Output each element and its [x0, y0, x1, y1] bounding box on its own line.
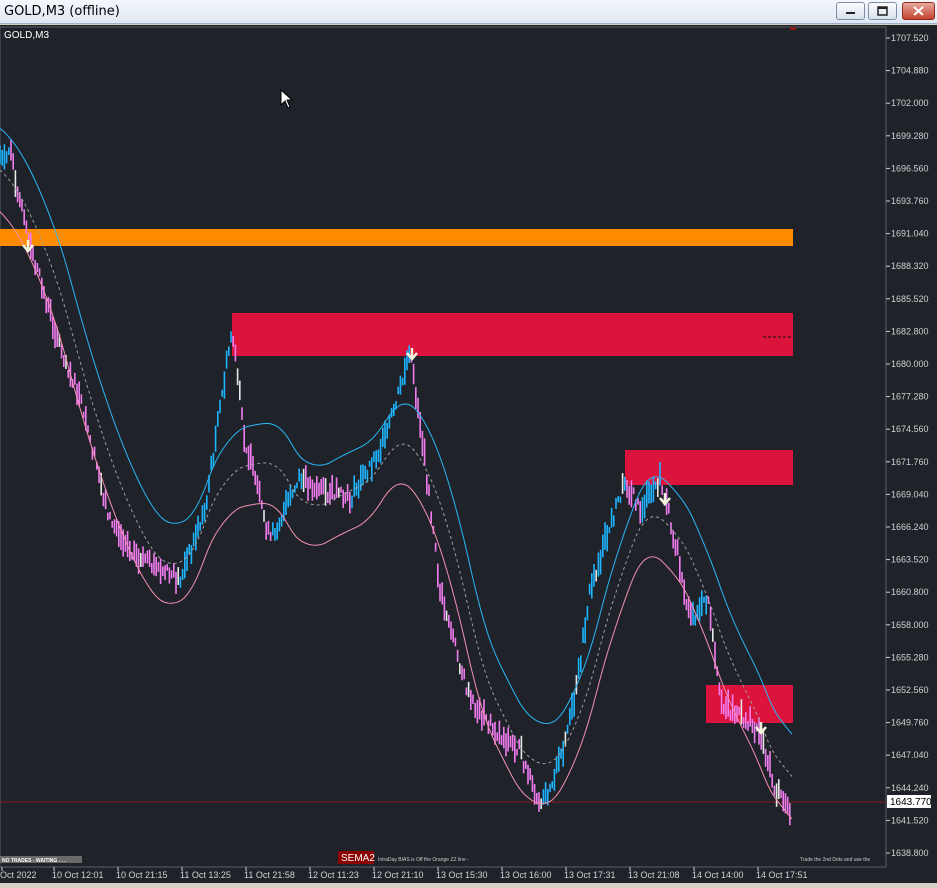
minimize-icon: [846, 12, 855, 14]
price-chart[interactable]: GOLD,M3 1707.520 1704.880 1702.000 1699.280…: [0, 25, 937, 883]
time-tick-label: 14 Oct 17:51: [756, 870, 808, 880]
price-tick-label: 1652.560: [891, 685, 929, 695]
time-tick-label: 12 Oct 11:23: [308, 870, 359, 880]
time-tick-label: Oct 2022: [0, 870, 37, 880]
close-button[interactable]: [902, 2, 935, 20]
time-tick-label: 12 Oct 21:10: [372, 870, 424, 880]
price-tick-label: 1707.520: [891, 33, 929, 43]
price-tick-label: 1702.000: [891, 98, 929, 108]
mouse-cursor-icon: [280, 88, 294, 109]
price-tick-label: 1685.520: [891, 294, 929, 304]
price-axis: 1707.520 1704.880 1702.000 1699.280 1696.560…: [886, 33, 929, 858]
price-tick-label: 1647.040: [891, 750, 929, 760]
time-axis: Oct 2022 10 Oct 12:01 10 Oct 21:15 11 Oct 1…: [0, 867, 808, 880]
price-tick-label: 1655.280: [891, 652, 929, 662]
time-tick-label: 13 Oct 15:30: [436, 870, 488, 880]
price-tick-label: 1669.040: [891, 489, 929, 499]
top-marker: [790, 27, 796, 30]
window-title: GOLD,M3 (offline): [4, 4, 120, 19]
price-tick-label: 1641.520: [891, 815, 929, 825]
maximize-icon: [877, 6, 888, 16]
supply-zone-red-1: [232, 313, 793, 356]
price-tick-label: 1677.280: [891, 392, 929, 402]
price-tick-label: 1663.520: [891, 555, 929, 565]
price-tick-label: 1704.880: [891, 66, 929, 76]
symbol-label: GOLD,M3: [4, 30, 49, 41]
maximize-button[interactable]: [868, 2, 897, 20]
price-tick-label: 1671.760: [891, 457, 929, 467]
lower-band-line: [0, 211, 793, 820]
upper-band-line: [0, 128, 793, 735]
price-tick-label: 1660.800: [891, 587, 929, 597]
window-titlebar[interactable]: GOLD,M3 (offline): [0, 0, 937, 24]
hint-text: Trade the 2nd Dots and use the: [800, 857, 870, 863]
time-tick-label: 13 Oct 21:08: [628, 870, 680, 880]
sema-label: SEMA2: [341, 853, 375, 864]
price-tick-label: 1693.760: [891, 196, 929, 206]
price-tick-label: 1696.560: [891, 163, 929, 173]
price-tick-label: 1649.760: [891, 718, 929, 728]
supply-zone-orange: [0, 229, 793, 246]
time-tick-label: 13 Oct 16:00: [500, 870, 552, 880]
price-tick-label: 1674.560: [891, 424, 929, 434]
current-price-label: 1643.770: [890, 797, 932, 808]
time-tick-label: 13 Oct 17:31: [564, 870, 616, 880]
bias-text: IntraDay BIAS is Off the Orange ZZ line …: [378, 857, 469, 863]
status-left-text: NO TRADES - WAITING . . .: [2, 858, 66, 864]
price-tick-label: 1638.800: [891, 848, 929, 858]
time-tick-label: 14 Oct 14:00: [692, 870, 744, 880]
time-tick-label: 10 Oct 12:01: [52, 870, 104, 880]
time-tick-label: 10 Oct 21:15: [116, 870, 168, 880]
price-tick-label: 1680.000: [891, 359, 929, 369]
time-tick-label: 11 Oct 13:25: [180, 870, 231, 880]
chart-frame: [0, 26, 887, 868]
price-tick-label: 1644.240: [891, 783, 929, 793]
time-tick-label: 11 Oct 21:58: [244, 870, 295, 880]
price-tick-label: 1691.040: [891, 229, 929, 239]
price-tick-label: 1666.240: [891, 522, 929, 532]
chart-area[interactable]: GOLD,M3 1707.520 1704.880 1702.000 1699.280…: [0, 25, 937, 883]
price-tick-label: 1682.800: [891, 326, 929, 336]
close-icon: [913, 6, 924, 16]
price-tick-label: 1688.320: [891, 261, 929, 271]
minimize-button[interactable]: [836, 2, 865, 20]
supply-zone-red-2: [625, 450, 793, 485]
price-tick-label: 1658.000: [891, 620, 929, 630]
price-tick-label: 1699.280: [891, 131, 929, 141]
